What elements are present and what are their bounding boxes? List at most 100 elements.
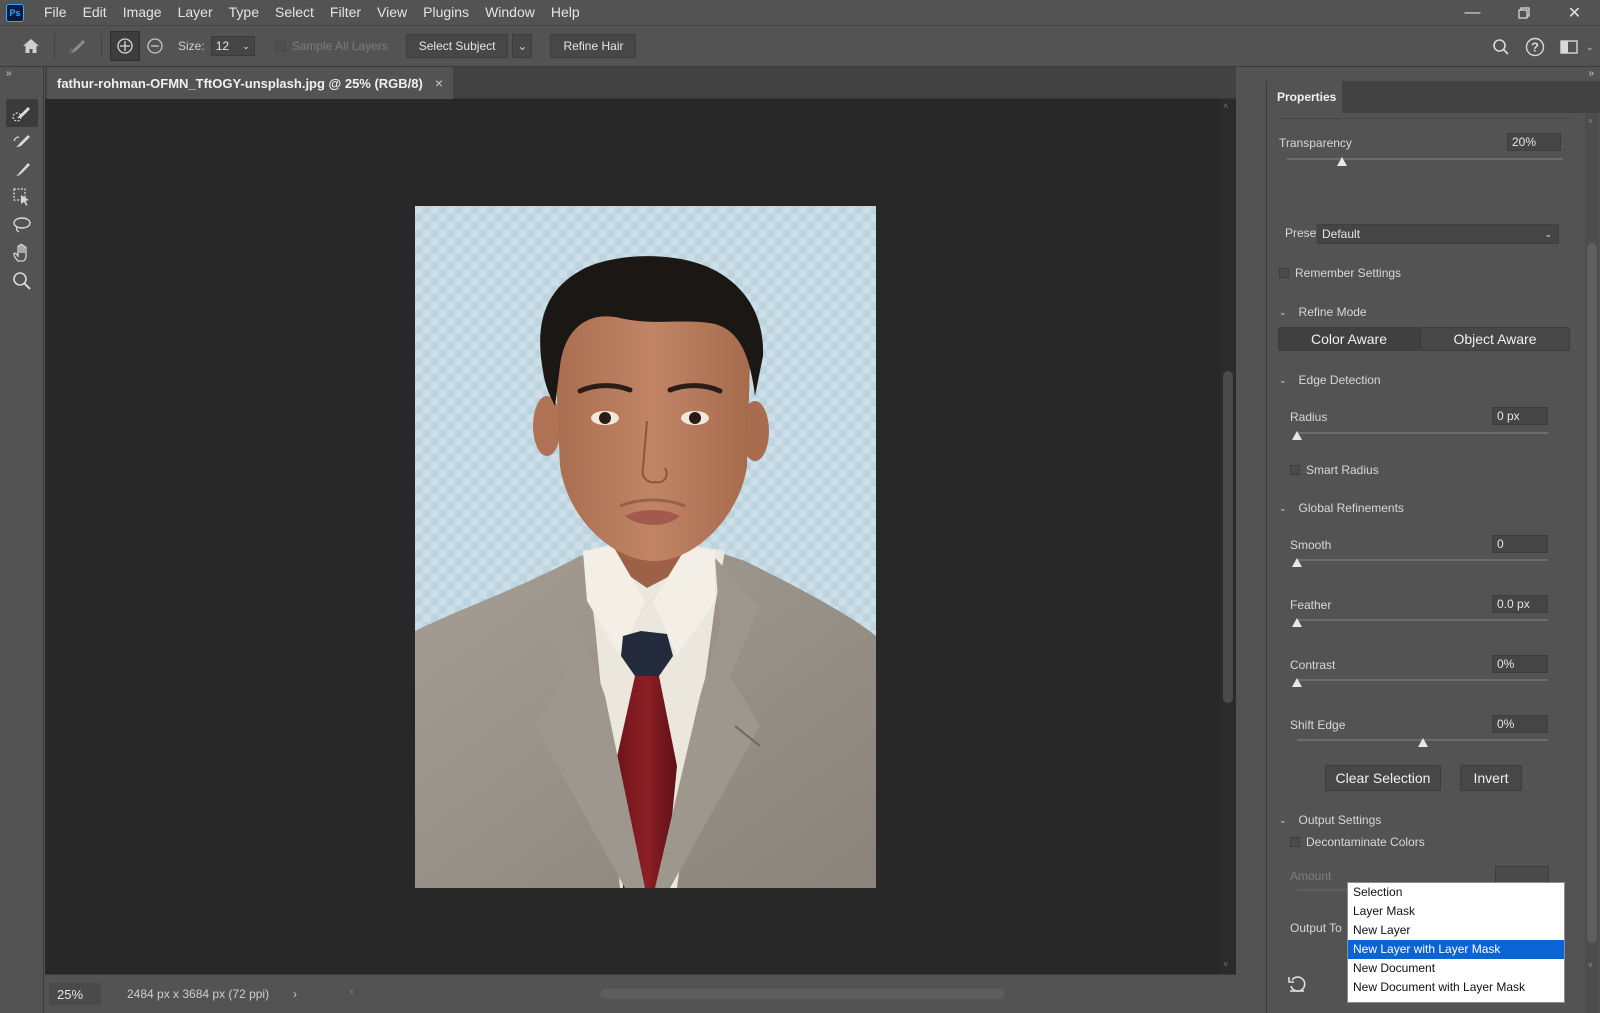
toolbar-collapse-icon[interactable]: » (0, 67, 43, 81)
output-option-selection[interactable]: Selection (1348, 883, 1564, 902)
refine-edge-brush-tool-icon[interactable] (6, 127, 38, 155)
status-menu-arrow-icon[interactable]: › (293, 987, 297, 1001)
sample-all-layers-checkbox[interactable] (274, 40, 286, 52)
menu-edit[interactable]: Edit (75, 0, 115, 25)
radius-slider-track[interactable] (1297, 432, 1548, 434)
output-option-layer-mask[interactable]: Layer Mask (1348, 902, 1564, 921)
radius-slider-thumb[interactable] (1292, 431, 1302, 440)
global-refinements-header[interactable]: ⌄ Global Refinements (1279, 501, 1404, 515)
panel-scrollbar[interactable]: ˄ ˅ (1585, 113, 1599, 1013)
menu-filter[interactable]: Filter (322, 0, 369, 25)
select-subject-dropdown-chevron-icon[interactable]: ⌄ (512, 34, 533, 58)
zoom-level-field[interactable]: 25% (49, 983, 101, 1005)
chevron-down-icon: ⌄ (1279, 306, 1287, 317)
clear-selection-button[interactable]: Clear Selection (1325, 765, 1441, 791)
menu-select[interactable]: Select (267, 0, 322, 25)
contrast-slider-track[interactable] (1297, 679, 1548, 681)
chevron-down-icon: ⌄ (1279, 814, 1287, 825)
contrast-slider-thumb[interactable] (1292, 678, 1302, 687)
document-tab[interactable]: fathur-rohman-OFMN_TftOGY-unsplash.jpg @… (47, 67, 454, 99)
refine-hair-button[interactable]: Refine Hair (550, 34, 637, 58)
toolbar: » (0, 67, 44, 1013)
shift-edge-slider-thumb[interactable] (1418, 738, 1428, 747)
scroll-left-icon[interactable]: ‹ (350, 986, 354, 998)
transparency-slider-track[interactable] (1287, 158, 1563, 160)
menu-image[interactable]: Image (115, 0, 170, 25)
remember-settings-checkbox[interactable] (1279, 268, 1289, 278)
output-option-new-document-with-layer-mask[interactable]: New Document with Layer Mask (1348, 978, 1564, 997)
lasso-tool-icon[interactable] (6, 211, 38, 239)
smooth-slider-track[interactable] (1297, 559, 1548, 561)
menu-file[interactable]: File (36, 0, 75, 25)
smooth-input[interactable]: 0 (1492, 535, 1548, 553)
quick-selection-tool-icon[interactable] (6, 99, 38, 127)
select-subject-button[interactable]: Select Subject (405, 34, 509, 58)
output-option-new-layer-with-layer-mask[interactable]: New Layer with Layer Mask (1348, 940, 1564, 959)
transparency-slider-thumb[interactable] (1337, 157, 1348, 166)
feather-input[interactable]: 0.0 px (1492, 595, 1548, 613)
panel-scrollbar-thumb[interactable] (1587, 243, 1597, 943)
menu-view[interactable]: View (369, 0, 415, 25)
output-option-new-document[interactable]: New Document (1348, 959, 1564, 978)
smart-radius-checkbox[interactable] (1290, 465, 1300, 475)
transparency-input[interactable]: 20% (1507, 133, 1561, 151)
subtract-from-selection-icon[interactable] (140, 31, 170, 61)
menu-window[interactable]: Window (477, 0, 543, 25)
document-info: 2484 px x 3684 px (72 ppi) (127, 987, 270, 1001)
workspace-chevron-down-icon[interactable]: ⌄ (1586, 42, 1600, 53)
menu-type[interactable]: Type (221, 0, 267, 25)
object-aware-button[interactable]: Object Aware (1420, 327, 1570, 351)
object-selection-tool-icon[interactable] (6, 183, 38, 211)
invert-button[interactable]: Invert (1460, 765, 1522, 791)
scroll-up-icon[interactable]: ˄ (1223, 101, 1228, 111)
properties-tab[interactable]: Properties (1267, 81, 1342, 113)
brush-tool-icon[interactable] (6, 155, 38, 183)
panel-collapse-icon[interactable]: » (1236, 67, 1600, 81)
menu-help[interactable]: Help (543, 0, 588, 25)
help-icon[interactable]: ? (1518, 30, 1552, 64)
shift-edge-input[interactable]: 0% (1492, 715, 1548, 733)
scroll-down-icon[interactable]: ˅ (1223, 959, 1228, 969)
portrait-photo[interactable] (415, 206, 876, 888)
color-aware-button[interactable]: Color Aware (1278, 327, 1420, 351)
add-to-selection-icon[interactable] (110, 31, 140, 61)
contrast-input[interactable]: 0% (1492, 655, 1548, 673)
menu-plugins[interactable]: Plugins (415, 0, 477, 25)
restore-icon[interactable] (1498, 0, 1549, 25)
feather-slider-track[interactable] (1297, 619, 1548, 621)
output-settings-header[interactable]: ⌄ Output Settings (1279, 813, 1381, 827)
chevron-down-icon[interactable]: ⌄ (242, 41, 250, 52)
radius-input[interactable]: 0 px (1492, 407, 1548, 425)
feather-slider-thumb[interactable] (1292, 618, 1302, 627)
close-window-icon[interactable]: ✕ (1549, 0, 1600, 25)
search-icon[interactable] (1484, 30, 1518, 64)
horizontal-scrollbar[interactable]: ‹ › (350, 986, 1279, 999)
panel-scroll-down-icon[interactable]: ˅ (1588, 961, 1593, 970)
home-icon[interactable] (16, 31, 46, 61)
preset-label: Preset (1285, 226, 1320, 240)
panel-scroll-up-icon[interactable]: ˄ (1588, 117, 1593, 126)
quick-selection-preset-icon[interactable] (63, 31, 93, 61)
vertical-scrollbar[interactable]: ˄ ˅ (1220, 99, 1236, 974)
zoom-tool-icon[interactable] (6, 267, 38, 295)
global-refinements-title: Global Refinements (1298, 501, 1404, 515)
edge-detection-header[interactable]: ⌄ Edge Detection (1279, 373, 1381, 387)
menu-layer[interactable]: Layer (170, 0, 221, 25)
close-tab-icon[interactable]: × (435, 75, 443, 91)
size-input[interactable]: 12 ⌄ (210, 36, 255, 56)
refine-mode-header[interactable]: ⌄ Refine Mode (1279, 305, 1367, 319)
hand-tool-icon[interactable] (6, 239, 38, 267)
reset-icon[interactable] (1287, 974, 1307, 997)
horizontal-scrollbar-thumb[interactable] (600, 989, 1005, 999)
smooth-slider-thumb[interactable] (1292, 558, 1302, 567)
vertical-scrollbar-thumb[interactable] (1223, 371, 1233, 703)
transparency-label: Transparency (1279, 136, 1352, 150)
smooth-label: Smooth (1290, 538, 1332, 552)
document-tab-bar: fathur-rohman-OFMN_TftOGY-unsplash.jpg @… (45, 67, 1236, 99)
output-option-new-layer[interactable]: New Layer (1348, 921, 1564, 940)
decontaminate-colors-checkbox[interactable] (1290, 837, 1300, 847)
workspace-icon[interactable] (1552, 30, 1586, 64)
minimize-icon[interactable]: — (1447, 0, 1498, 25)
preset-select[interactable]: Default ⌄ (1317, 224, 1559, 244)
output-to-dropdown-menu: Selection Layer Mask New Layer New Layer… (1347, 882, 1565, 1003)
